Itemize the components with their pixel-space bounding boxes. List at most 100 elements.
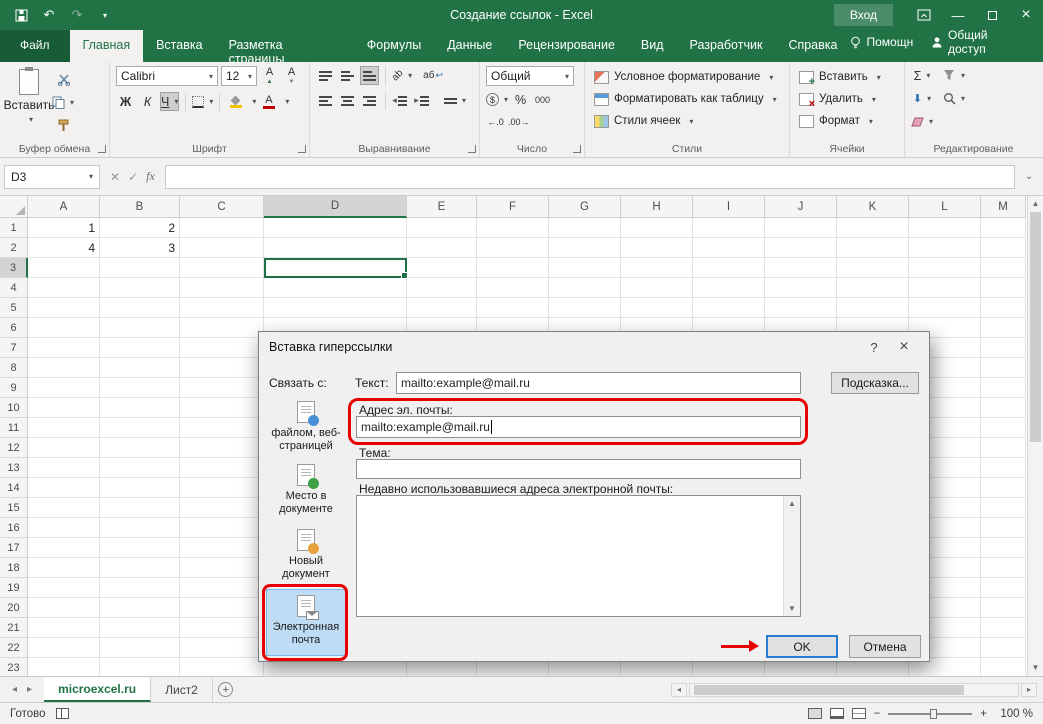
cell-A22[interactable] xyxy=(28,638,100,658)
cell-B21[interactable] xyxy=(100,618,180,638)
insert-function-button[interactable]: fx xyxy=(146,169,155,184)
cell-F3[interactable] xyxy=(477,258,549,278)
conditional-formatting-button[interactable]: Условное форматирование▾ xyxy=(591,66,785,88)
cell-C16[interactable] xyxy=(180,518,264,538)
cell-A5[interactable] xyxy=(28,298,100,318)
expand-formula-bar-icon[interactable]: ⌄ xyxy=(1019,171,1039,182)
row-header-23[interactable]: 23 xyxy=(0,658,28,676)
tab-file[interactable]: Файл xyxy=(0,30,70,62)
cell-A23[interactable] xyxy=(28,658,100,676)
row-header-6[interactable]: 6 xyxy=(0,318,28,338)
accounting-format-button[interactable]: $▾ xyxy=(486,90,508,109)
sidebar-item-new-document[interactable]: Новый документ xyxy=(266,524,346,581)
cell-M13[interactable] xyxy=(981,458,1026,478)
cell-E2[interactable] xyxy=(407,238,477,258)
column-header-K[interactable]: K xyxy=(837,196,909,218)
cell-A10[interactable] xyxy=(28,398,100,418)
subject-input[interactable] xyxy=(356,459,801,479)
row-header-20[interactable]: 20 xyxy=(0,598,28,618)
cell-M22[interactable] xyxy=(981,638,1026,658)
cell-J5[interactable] xyxy=(765,298,837,318)
cell-A19[interactable] xyxy=(28,578,100,598)
column-header-M[interactable]: M xyxy=(981,196,1026,218)
cell-H3[interactable] xyxy=(621,258,693,278)
recent-addresses-listbox[interactable]: ▲▼ xyxy=(356,495,801,617)
orientation-button[interactable]: ab▾ xyxy=(392,66,412,85)
row-header-5[interactable]: 5 xyxy=(0,298,28,318)
cell-B17[interactable] xyxy=(100,538,180,558)
cell-C6[interactable] xyxy=(180,318,264,338)
cell-C12[interactable] xyxy=(180,438,264,458)
cell-C5[interactable] xyxy=(180,298,264,318)
align-center-button[interactable] xyxy=(338,91,357,110)
increase-font-button[interactable]: А▲ xyxy=(260,67,279,86)
tab-formulas[interactable]: Формулы xyxy=(354,30,434,62)
cell-G1[interactable] xyxy=(549,218,621,238)
clear-button[interactable]: ▾ xyxy=(911,112,933,131)
percent-style-button[interactable]: % xyxy=(511,90,530,109)
redo-icon[interactable]: ↷ xyxy=(68,6,86,24)
cell-C1[interactable] xyxy=(180,218,264,238)
cell-H5[interactable] xyxy=(621,298,693,318)
minimize-button[interactable]: — xyxy=(941,0,975,30)
email-address-input[interactable]: mailto:example@mail.ru xyxy=(356,416,801,438)
scroll-down-icon[interactable]: ▼ xyxy=(1028,660,1043,676)
font-dialog-launcher-icon[interactable] xyxy=(298,145,306,153)
cell-A20[interactable] xyxy=(28,598,100,618)
text-to-display-input[interactable]: mailto:example@mail.ru xyxy=(396,372,801,394)
cell-A21[interactable] xyxy=(28,618,100,638)
column-header-L[interactable]: L xyxy=(909,196,981,218)
cell-J4[interactable] xyxy=(765,278,837,298)
cell-M1[interactable] xyxy=(981,218,1026,238)
cell-C13[interactable] xyxy=(180,458,264,478)
column-header-G[interactable]: G xyxy=(549,196,621,218)
sidebar-item-file-webpage[interactable]: файлом, веб-страницей xyxy=(266,396,346,456)
cell-M19[interactable] xyxy=(981,578,1026,598)
confirm-entry-icon[interactable]: ✓ xyxy=(128,170,138,184)
cell-C18[interactable] xyxy=(180,558,264,578)
borders-button[interactable]: ▾ xyxy=(192,92,213,111)
cell-C2[interactable] xyxy=(180,238,264,258)
horizontal-scrollbar[interactable]: ◂ ▸ xyxy=(671,677,1043,702)
cell-A8[interactable] xyxy=(28,358,100,378)
underline-button[interactable]: Ч▾ xyxy=(160,92,179,111)
column-header-J[interactable]: J xyxy=(765,196,837,218)
alignment-dialog-launcher-icon[interactable] xyxy=(468,145,476,153)
row-header-17[interactable]: 17 xyxy=(0,538,28,558)
align-middle-button[interactable] xyxy=(338,66,357,85)
sign-in-button[interactable]: Вход xyxy=(834,4,893,26)
view-page-layout-button[interactable] xyxy=(830,708,844,719)
cut-button[interactable] xyxy=(52,70,74,89)
format-cells-button[interactable]: Формат▾ xyxy=(796,110,900,132)
cell-C9[interactable] xyxy=(180,378,264,398)
bold-button[interactable]: Ж xyxy=(116,92,135,111)
cell-B13[interactable] xyxy=(100,458,180,478)
increase-indent-button[interactable]: ▸ xyxy=(414,91,433,110)
cell-B2[interactable]: 3 xyxy=(100,238,180,258)
sheet-tab-microexcel[interactable]: microexcel.ru xyxy=(44,677,151,702)
cell-C19[interactable] xyxy=(180,578,264,598)
cell-G3[interactable] xyxy=(549,258,621,278)
tab-developer[interactable]: Разработчик xyxy=(677,30,776,62)
cell-L2[interactable] xyxy=(909,238,981,258)
scroll-right-icon[interactable]: ▸ xyxy=(1021,683,1037,697)
cell-C8[interactable] xyxy=(180,358,264,378)
cell-B14[interactable] xyxy=(100,478,180,498)
row-header-21[interactable]: 21 xyxy=(0,618,28,638)
zoom-out-button[interactable]: − xyxy=(874,708,881,720)
cell-B16[interactable] xyxy=(100,518,180,538)
column-header-C[interactable]: C xyxy=(180,196,264,218)
cell-B8[interactable] xyxy=(100,358,180,378)
number-dialog-launcher-icon[interactable] xyxy=(573,145,581,153)
tab-help[interactable]: Справка xyxy=(775,30,850,62)
cancel-button[interactable]: Отмена xyxy=(849,635,921,658)
cell-F2[interactable] xyxy=(477,238,549,258)
sidebar-item-place-in-document[interactable]: Место в документе xyxy=(266,459,346,519)
row-header-8[interactable]: 8 xyxy=(0,358,28,378)
cell-D4[interactable] xyxy=(264,278,407,298)
cell-D5[interactable] xyxy=(264,298,407,318)
cell-M18[interactable] xyxy=(981,558,1026,578)
decrease-decimal-button[interactable]: .00→ xyxy=(508,112,530,131)
align-left-button[interactable] xyxy=(316,91,335,110)
cell-I5[interactable] xyxy=(693,298,765,318)
